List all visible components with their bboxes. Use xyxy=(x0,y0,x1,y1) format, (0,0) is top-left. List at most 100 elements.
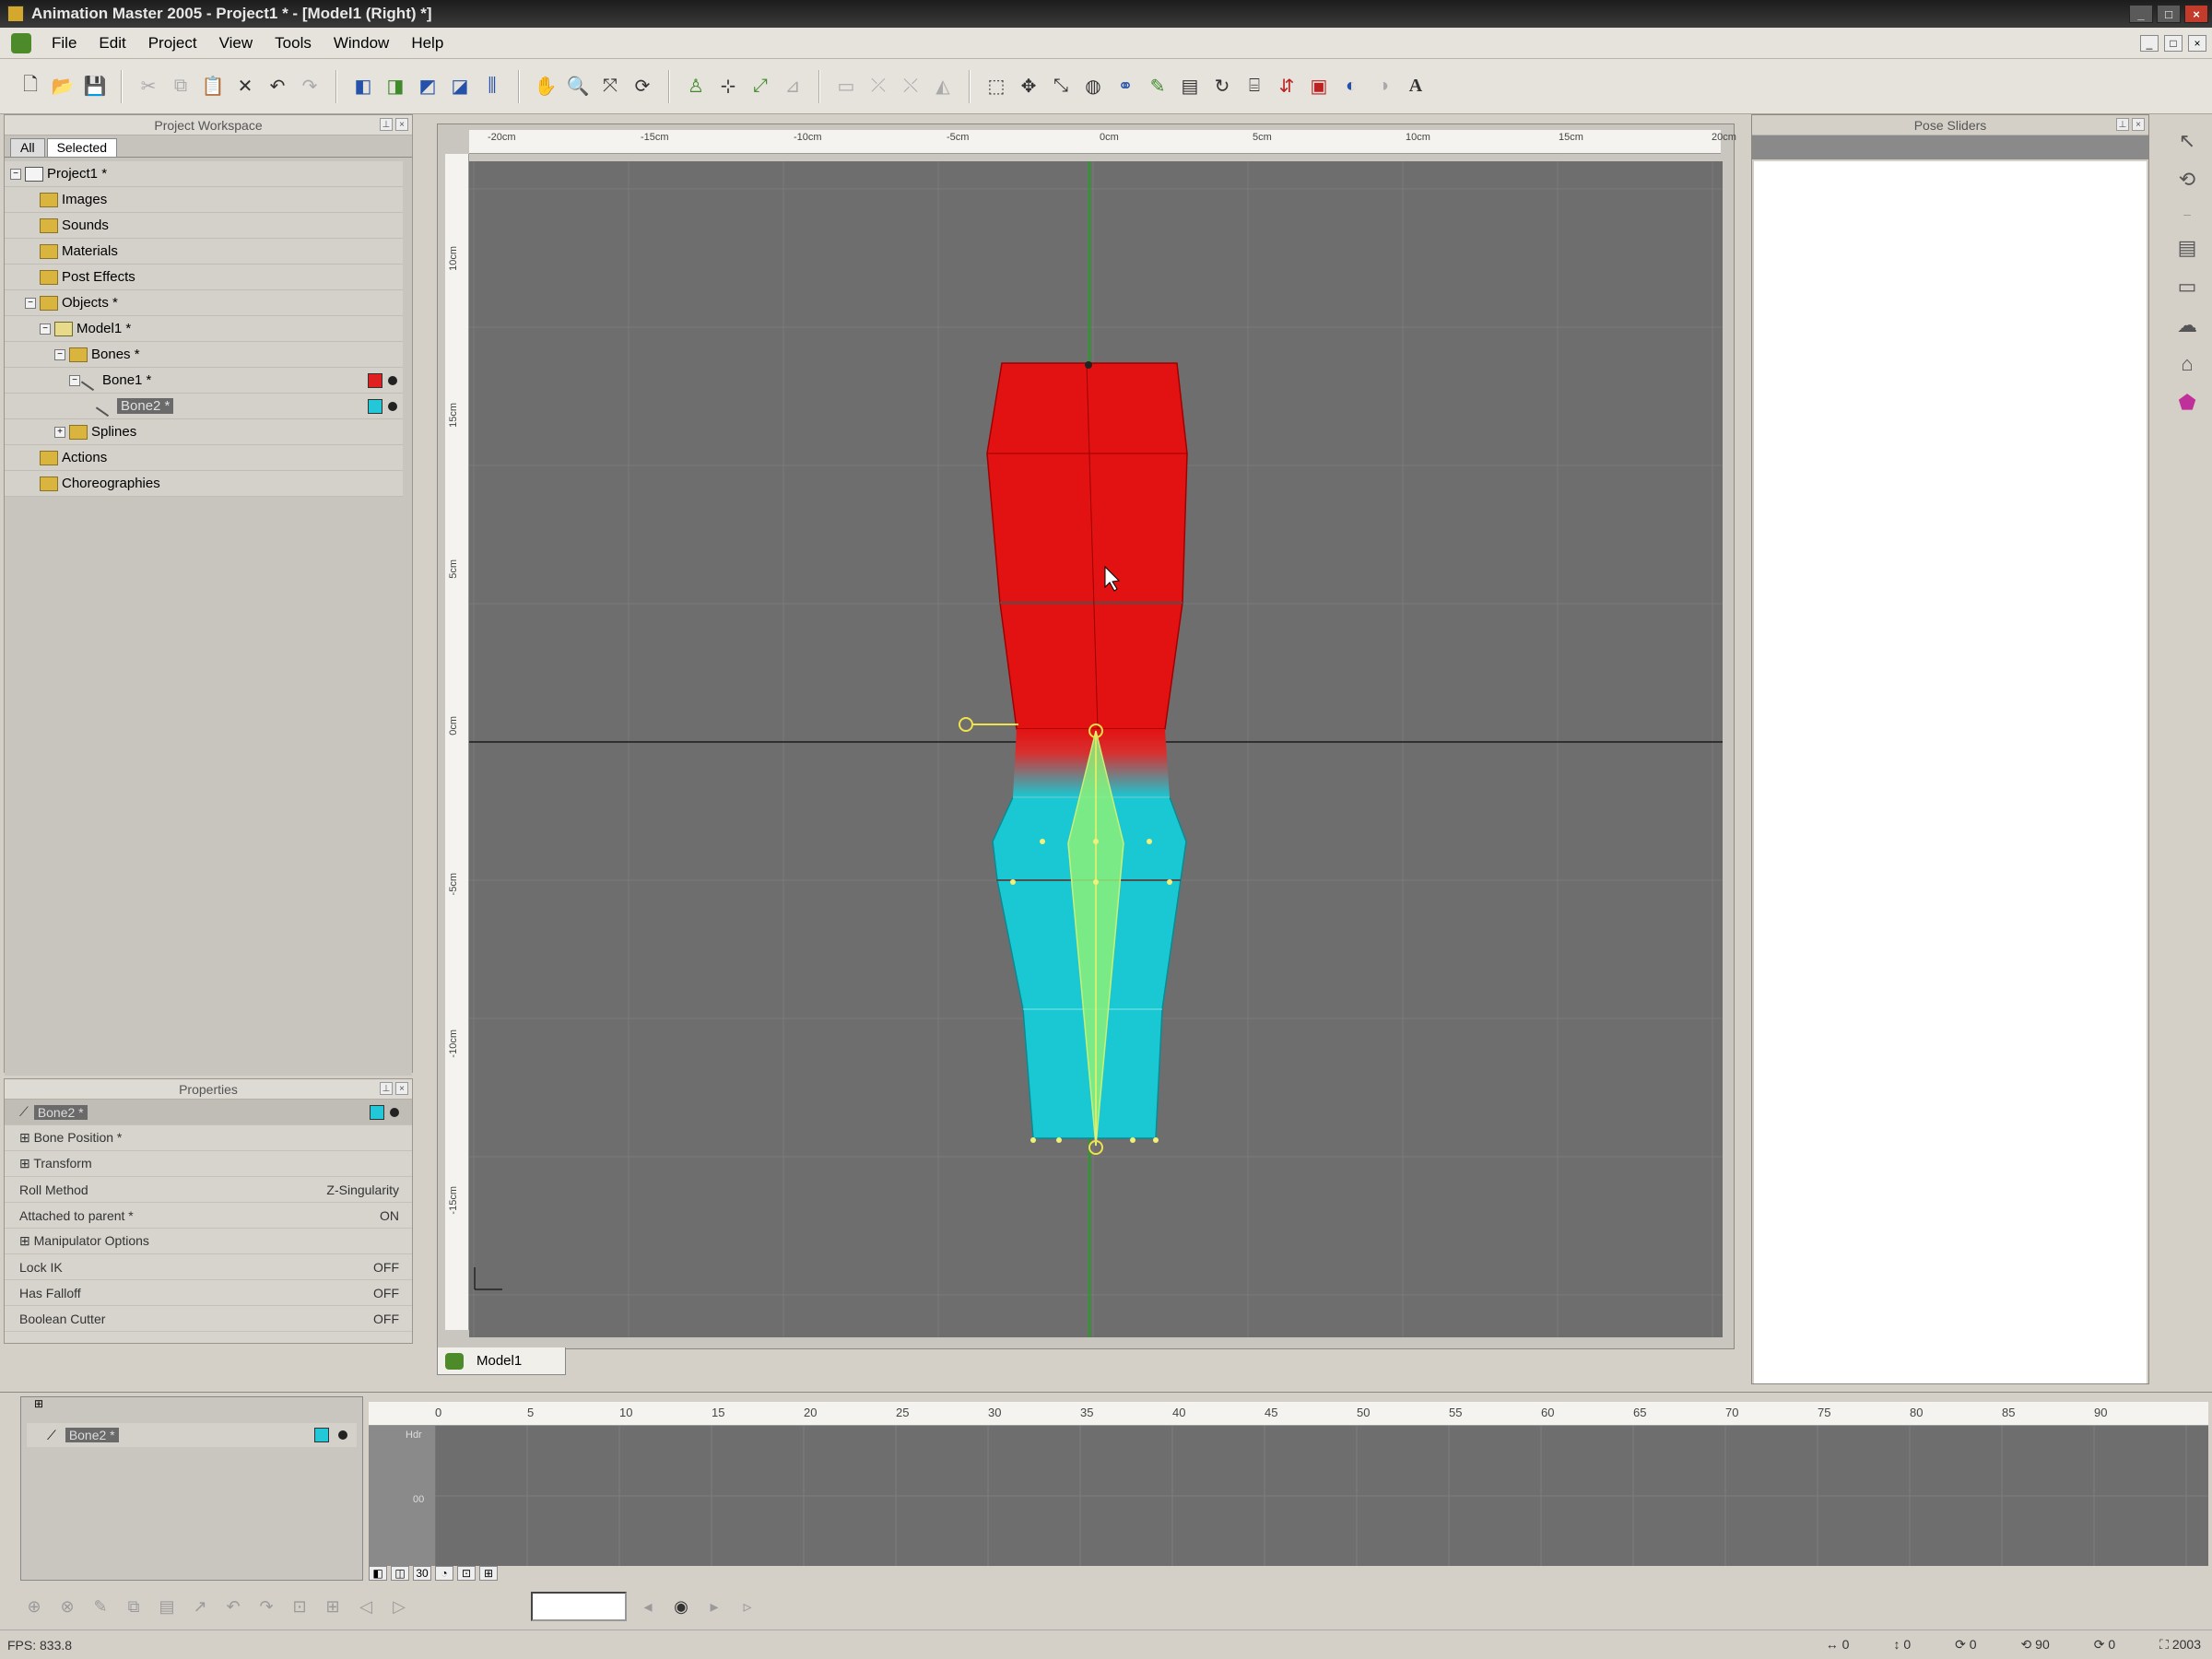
binoculars-icon[interactable]: ⚭ xyxy=(1112,73,1139,100)
tab-all[interactable]: All xyxy=(10,138,45,157)
property-row[interactable]: Boolean Cutter OFF xyxy=(5,1306,412,1332)
panel-pin-icon[interactable]: ⊥ xyxy=(2116,118,2129,131)
undo-key-icon[interactable]: ↶ xyxy=(221,1597,245,1617)
tree-item[interactable]: Choreographies xyxy=(5,471,403,497)
tree-expander-icon[interactable]: − xyxy=(40,323,51,335)
play-icon[interactable]: ▸ xyxy=(702,1597,726,1617)
frame-input[interactable] xyxy=(531,1592,627,1621)
cloud2-icon[interactable]: ⌂ xyxy=(2181,352,2193,376)
magenta-tool-icon[interactable]: ⬟ xyxy=(2178,391,2195,415)
delete-icon[interactable]: ✕ xyxy=(231,73,259,100)
panel-close-icon[interactable]: × xyxy=(395,1082,408,1095)
mode-icon-5[interactable]: ▭ xyxy=(832,73,860,100)
half-icon[interactable]: ◑ xyxy=(1370,73,1397,100)
view-icon-2[interactable]: ◨ xyxy=(382,73,409,100)
redo-icon[interactable]: ↷ xyxy=(296,73,324,100)
panel-pin-icon[interactable]: ⊥ xyxy=(380,118,393,131)
tree-item[interactable]: Materials xyxy=(5,239,403,265)
tree-expander-icon[interactable]: − xyxy=(10,168,21,180)
timeline-btn-3[interactable]: 30 xyxy=(413,1566,431,1581)
frame-icon[interactable]: ▭ xyxy=(2178,275,2197,299)
sphere-icon[interactable]: ◐ xyxy=(1337,73,1365,100)
bone-icon[interactable]: ♙ xyxy=(682,73,710,100)
extrude-icon[interactable]: ⌸ xyxy=(1241,73,1268,100)
zoom-fit-icon[interactable]: ⤧ xyxy=(596,73,624,100)
color-swatch[interactable] xyxy=(368,372,382,388)
menu-edit[interactable]: Edit xyxy=(88,34,136,53)
grid-icon[interactable]: ⊞ xyxy=(321,1597,345,1617)
open-icon[interactable]: 📂 xyxy=(49,73,76,100)
timeline-btn-1[interactable]: ◧ xyxy=(369,1566,387,1581)
tab-selected[interactable]: Selected xyxy=(46,138,118,157)
menu-file[interactable]: File xyxy=(41,34,88,53)
curve-icon[interactable]: ↗ xyxy=(188,1597,212,1617)
close-button[interactable]: × xyxy=(2184,5,2208,23)
model-canvas[interactable] xyxy=(469,161,1723,1337)
tree-item[interactable]: − Bones * xyxy=(5,342,403,368)
model-viewport[interactable] xyxy=(469,161,1723,1337)
doc-icon[interactable]: ▤ xyxy=(1176,73,1204,100)
mdi-restore-button[interactable]: □ xyxy=(2164,34,2183,52)
timeline-ruler[interactable]: 0 5 10 15 20 25 30 35 40 45 50 55 60 65 70 75 80 85 90 xyxy=(369,1402,2208,1426)
panel-close-icon[interactable]: × xyxy=(395,118,408,131)
visibility-dot-icon[interactable] xyxy=(390,1107,399,1117)
next-frame-icon[interactable]: ▷ xyxy=(387,1597,411,1617)
roll-handle[interactable] xyxy=(959,717,973,732)
prev-icon[interactable]: ◂ xyxy=(636,1597,660,1617)
view-icon-3[interactable]: ◩ xyxy=(414,73,441,100)
properties-header[interactable]: ⟋ Bone2 * xyxy=(5,1100,412,1125)
doc-icon[interactable]: ▤ xyxy=(2178,236,2197,260)
remove-key-icon[interactable]: ⊗ xyxy=(55,1597,79,1617)
flip-icon[interactable]: ⇵ xyxy=(1273,73,1300,100)
zoom-icon[interactable]: 🔍 xyxy=(564,73,592,100)
end-icon[interactable]: ▹ xyxy=(735,1597,759,1617)
tree-item[interactable]: − Model1 * xyxy=(5,316,403,342)
new-icon[interactable]: 🗋 xyxy=(17,73,44,100)
property-row[interactable]: ⊞ Manipulator Options xyxy=(5,1229,412,1254)
color-swatch[interactable] xyxy=(370,1104,384,1120)
tree-expander-icon[interactable]: + xyxy=(54,426,65,438)
redo-key-icon[interactable]: ↷ xyxy=(254,1597,278,1617)
move-icon[interactable]: ✥ xyxy=(1015,73,1042,100)
rotate2-icon[interactable]: ◍ xyxy=(1079,73,1107,100)
cut-icon[interactable]: ✂ xyxy=(135,73,162,100)
tree-item[interactable]: Images xyxy=(5,187,403,213)
upper-mesh-bone1[interactable] xyxy=(986,362,1188,730)
property-row[interactable]: Roll Method Z-Singularity xyxy=(5,1177,412,1203)
menu-view[interactable]: View xyxy=(208,34,265,53)
paste-icon[interactable]: 📋 xyxy=(199,73,227,100)
mode-icon-7[interactable]: ⤬ xyxy=(897,73,924,100)
tree-item[interactable]: + Splines xyxy=(5,419,403,445)
view-icon-1[interactable]: ◧ xyxy=(349,73,377,100)
tree-item[interactable]: Bone2 * xyxy=(5,394,403,419)
edit-key-icon[interactable]: ✎ xyxy=(88,1597,112,1617)
lathe-icon[interactable]: ↻ xyxy=(1208,73,1236,100)
tree-item[interactable]: − Project1 * xyxy=(5,161,403,187)
rotate-icon[interactable]: ⟳ xyxy=(629,73,656,100)
menu-project[interactable]: Project xyxy=(137,34,208,53)
property-row[interactable]: Attached to parent * ON xyxy=(5,1203,412,1229)
undo-icon[interactable]: ↶ xyxy=(264,73,291,100)
timeline-btn-2[interactable]: ◫ xyxy=(391,1566,409,1581)
timeline-grid[interactable] xyxy=(434,1426,2208,1566)
select-icon[interactable]: ⬚ xyxy=(982,73,1010,100)
timeline-channel-row[interactable]: ⟋ Bone2 * xyxy=(27,1423,357,1447)
copy-key-icon[interactable]: ⧉ xyxy=(122,1597,146,1617)
mdi-minimize-button[interactable]: _ xyxy=(2140,34,2159,52)
tree-expander-icon[interactable]: − xyxy=(25,297,36,309)
menu-window[interactable]: Window xyxy=(323,34,400,53)
render-icon[interactable]: ▣ xyxy=(1305,73,1333,100)
menu-help[interactable]: Help xyxy=(400,34,454,53)
color-swatch[interactable] xyxy=(314,1428,329,1442)
timeline-btn-6[interactable]: ⊞ xyxy=(479,1566,498,1581)
color-swatch[interactable] xyxy=(368,398,382,414)
menu-tools[interactable]: Tools xyxy=(264,34,323,53)
tree-item[interactable]: Post Effects xyxy=(5,265,403,290)
text-icon[interactable]: A xyxy=(1402,73,1430,100)
panel-pin-icon[interactable]: ⊥ xyxy=(380,1082,393,1095)
eye-icon[interactable]: ◉ xyxy=(669,1597,693,1617)
lasso-icon[interactable]: ⟲ xyxy=(2179,168,2195,192)
mode-icon-8[interactable]: ◭ xyxy=(929,73,957,100)
arrow-icon[interactable]: ↖ xyxy=(2179,129,2195,153)
tree-item[interactable]: − Bone1 * xyxy=(5,368,403,394)
